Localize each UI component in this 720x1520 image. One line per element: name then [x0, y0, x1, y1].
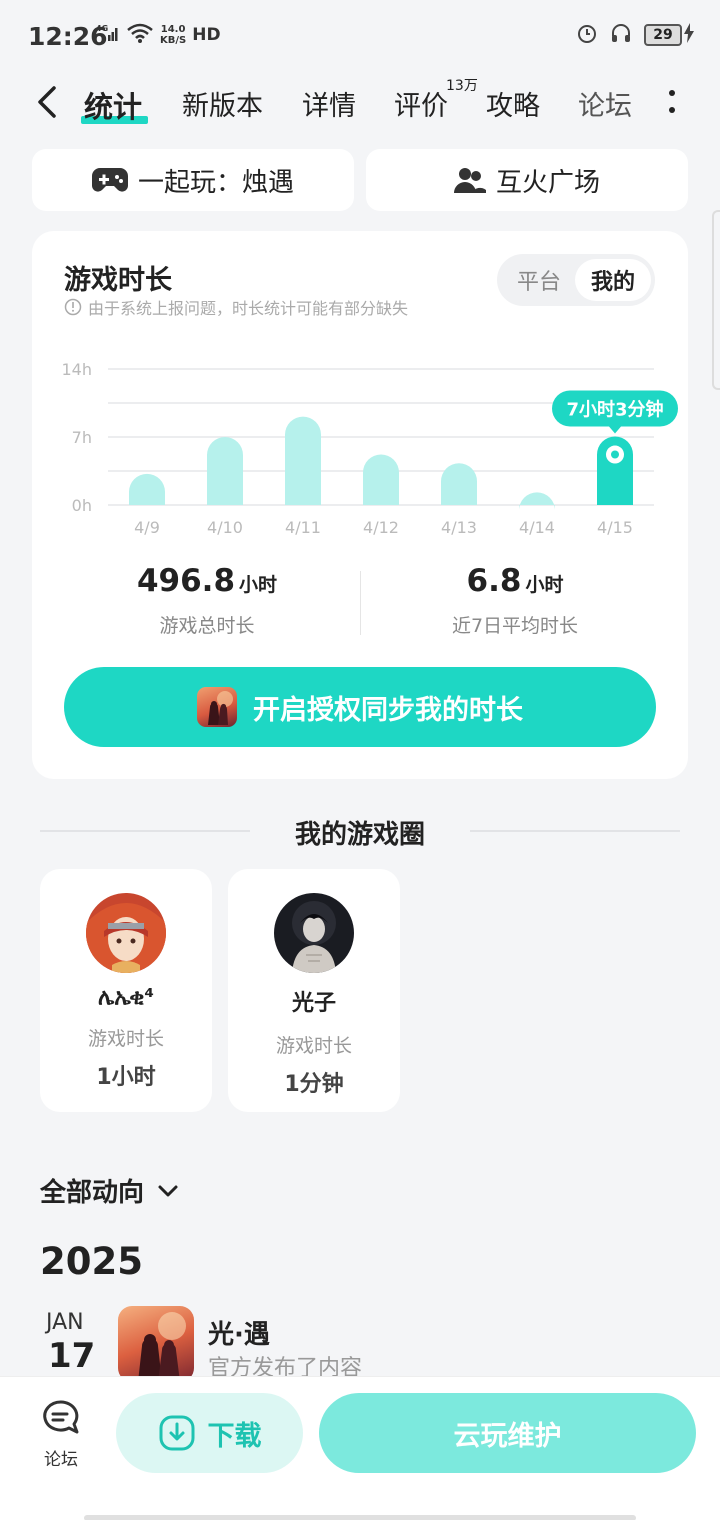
tab-bar: 统计 新版本 详情 评价 13万 攻略 论坛 [0, 72, 720, 132]
friend-playtime-label: 游戏时长 [87, 1028, 164, 1050]
tab-stats[interactable]: 统计 [84, 84, 142, 126]
friend-playtime: 1小时 [96, 1065, 156, 1090]
playtime-hint: 由于系统上报问题，时长统计可能有部分缺失 [64, 295, 408, 319]
chat-bubble-icon [43, 1400, 79, 1434]
bar [441, 463, 477, 505]
x-tick-label: 4/15 [597, 518, 633, 537]
tooltip-pointer [609, 426, 621, 434]
forum-button[interactable]: 论坛 [28, 1399, 94, 1470]
network-label: 4G [96, 24, 108, 33]
friend-playtime: 1分钟 [284, 1072, 344, 1097]
sync-auth-label: 开启授权同步我的时长 [253, 694, 523, 726]
plaza-label: 互火广场 [495, 167, 600, 198]
playtime-bar-chart: 14h 7h 0h 4/9 4/10 4/11 4/12 4/13 4/14 4/15 7小时3分钟 [62, 360, 678, 537]
feed-filter-label: 全部动向 [40, 1178, 145, 1208]
feed-filter-dropdown[interactable]: 全部动向 [40, 1172, 180, 1209]
avg-playtime-label: 近7日平均时长 [451, 615, 579, 637]
tab-reviews[interactable]: 评价 [394, 84, 448, 123]
hd-indicator: HD [192, 25, 221, 45]
feed-game-icon [118, 1306, 194, 1382]
game-circle-title: 我的游戏圈 [294, 820, 425, 850]
toggle-mine[interactable]: 我的 [575, 259, 651, 301]
play-together-button[interactable]: 一起玩：烛遇 [32, 149, 354, 211]
stat-divider [360, 571, 361, 635]
chevron-left-icon [38, 86, 56, 118]
feed-year: 2025 [40, 1240, 143, 1283]
download-icon [159, 1415, 194, 1451]
network-speed: 14.0 KB/S [160, 24, 187, 46]
avg-playtime-unit: 小时 [525, 574, 564, 596]
x-tick-label: 4/14 [519, 518, 555, 537]
plaza-button[interactable]: 互火广场 [366, 149, 688, 211]
x-tick-label: 4/9 [134, 518, 160, 537]
friend-name: 光子 [291, 991, 336, 1016]
forum-label: 论坛 [44, 1450, 78, 1470]
y-tick-label: 0h [72, 496, 92, 515]
signal-icon: 4G [96, 23, 120, 47]
tab-new-version[interactable]: 新版本 [182, 84, 263, 123]
more-button[interactable] [662, 86, 682, 118]
x-tick-label: 4/11 [285, 518, 321, 537]
alarm-icon [576, 22, 598, 48]
friend-card[interactable]: ሌኤቂ⁴ 游戏时长 1小时 [40, 869, 212, 1112]
y-tick-label: 7h [72, 428, 92, 447]
back-button[interactable] [32, 80, 64, 124]
group-icon [453, 168, 486, 193]
x-tick-label: 4/13 [441, 518, 477, 537]
avg-playtime-value: 6.8 [466, 563, 522, 599]
play-together-label: 一起玩：烛遇 [137, 167, 294, 198]
highlight-dot-center [611, 450, 619, 459]
tooltip-label: 7小时3分钟 [566, 399, 663, 421]
playtime-card: 游戏时长 由于系统上报问题，时长统计可能有部分缺失 平台 我的 14h 7h 0h 4… [32, 231, 688, 779]
cloud-play-button[interactable]: 云玩维护 [319, 1393, 696, 1473]
tab-guides[interactable]: 攻略 [486, 84, 540, 123]
chevron-down-icon [158, 1185, 178, 1196]
sync-auth-button[interactable]: 开启授权同步我的时长 [64, 667, 656, 747]
download-label: 下载 [207, 1420, 262, 1452]
review-count-badge: 13万 [446, 78, 478, 94]
wifi-icon [126, 22, 154, 48]
cloud-play-label: 云玩维护 [453, 1420, 562, 1452]
bar [207, 437, 243, 505]
feed-day: 17 [48, 1336, 96, 1376]
bar [363, 454, 399, 505]
x-tick-label: 4/10 [207, 518, 243, 537]
battery-indicator: 29 [644, 24, 682, 46]
avatar [86, 893, 166, 973]
y-tick-label: 14h [62, 360, 93, 379]
friend-playtime-label: 游戏时长 [275, 1035, 352, 1057]
status-bar: 12:26 4G 14.0 KB/S HD 29 [0, 0, 720, 70]
game-icon [197, 687, 237, 727]
playtime-title: 游戏时长 [64, 265, 172, 296]
info-icon [64, 298, 82, 316]
bar [285, 416, 321, 505]
bottom-action-bar: 论坛 下载 云玩维护 [0, 1376, 720, 1520]
gamepad-icon [91, 168, 128, 192]
friend-card[interactable]: 光子 游戏时长 1分钟 [228, 869, 400, 1112]
download-button[interactable]: 下载 [116, 1393, 303, 1473]
charging-icon [684, 23, 694, 47]
bar [129, 473, 165, 505]
avatar [274, 893, 354, 973]
stats-source-toggle: 平台 我的 [497, 254, 655, 306]
headphone-icon [610, 22, 632, 48]
toggle-platform[interactable]: 平台 [501, 259, 577, 301]
more-vertical-icon [669, 90, 675, 113]
x-tick-label: 4/12 [363, 518, 399, 537]
feed-month: JAN [46, 1310, 84, 1335]
bar [519, 492, 555, 511]
total-playtime-unit: 小时 [239, 574, 278, 596]
total-playtime-value: 496.8 [136, 563, 236, 599]
tab-details[interactable]: 详情 [302, 84, 356, 123]
avg-playtime-stat: 6.8 小时 近7日平均时长 [390, 563, 640, 638]
feed-title: 光·遇 [208, 1320, 270, 1350]
friend-name: ሌኤቂ⁴ [97, 985, 155, 1010]
total-playtime-label: 游戏总时长 [159, 615, 255, 637]
tab-forum[interactable]: 论坛 [578, 84, 634, 123]
game-circle-heading: 我的游戏圈 [0, 814, 720, 850]
home-indicator [84, 1515, 636, 1520]
total-playtime-stat: 496.8 小时 游戏总时长 [82, 563, 332, 638]
scrollbar[interactable] [712, 210, 720, 390]
